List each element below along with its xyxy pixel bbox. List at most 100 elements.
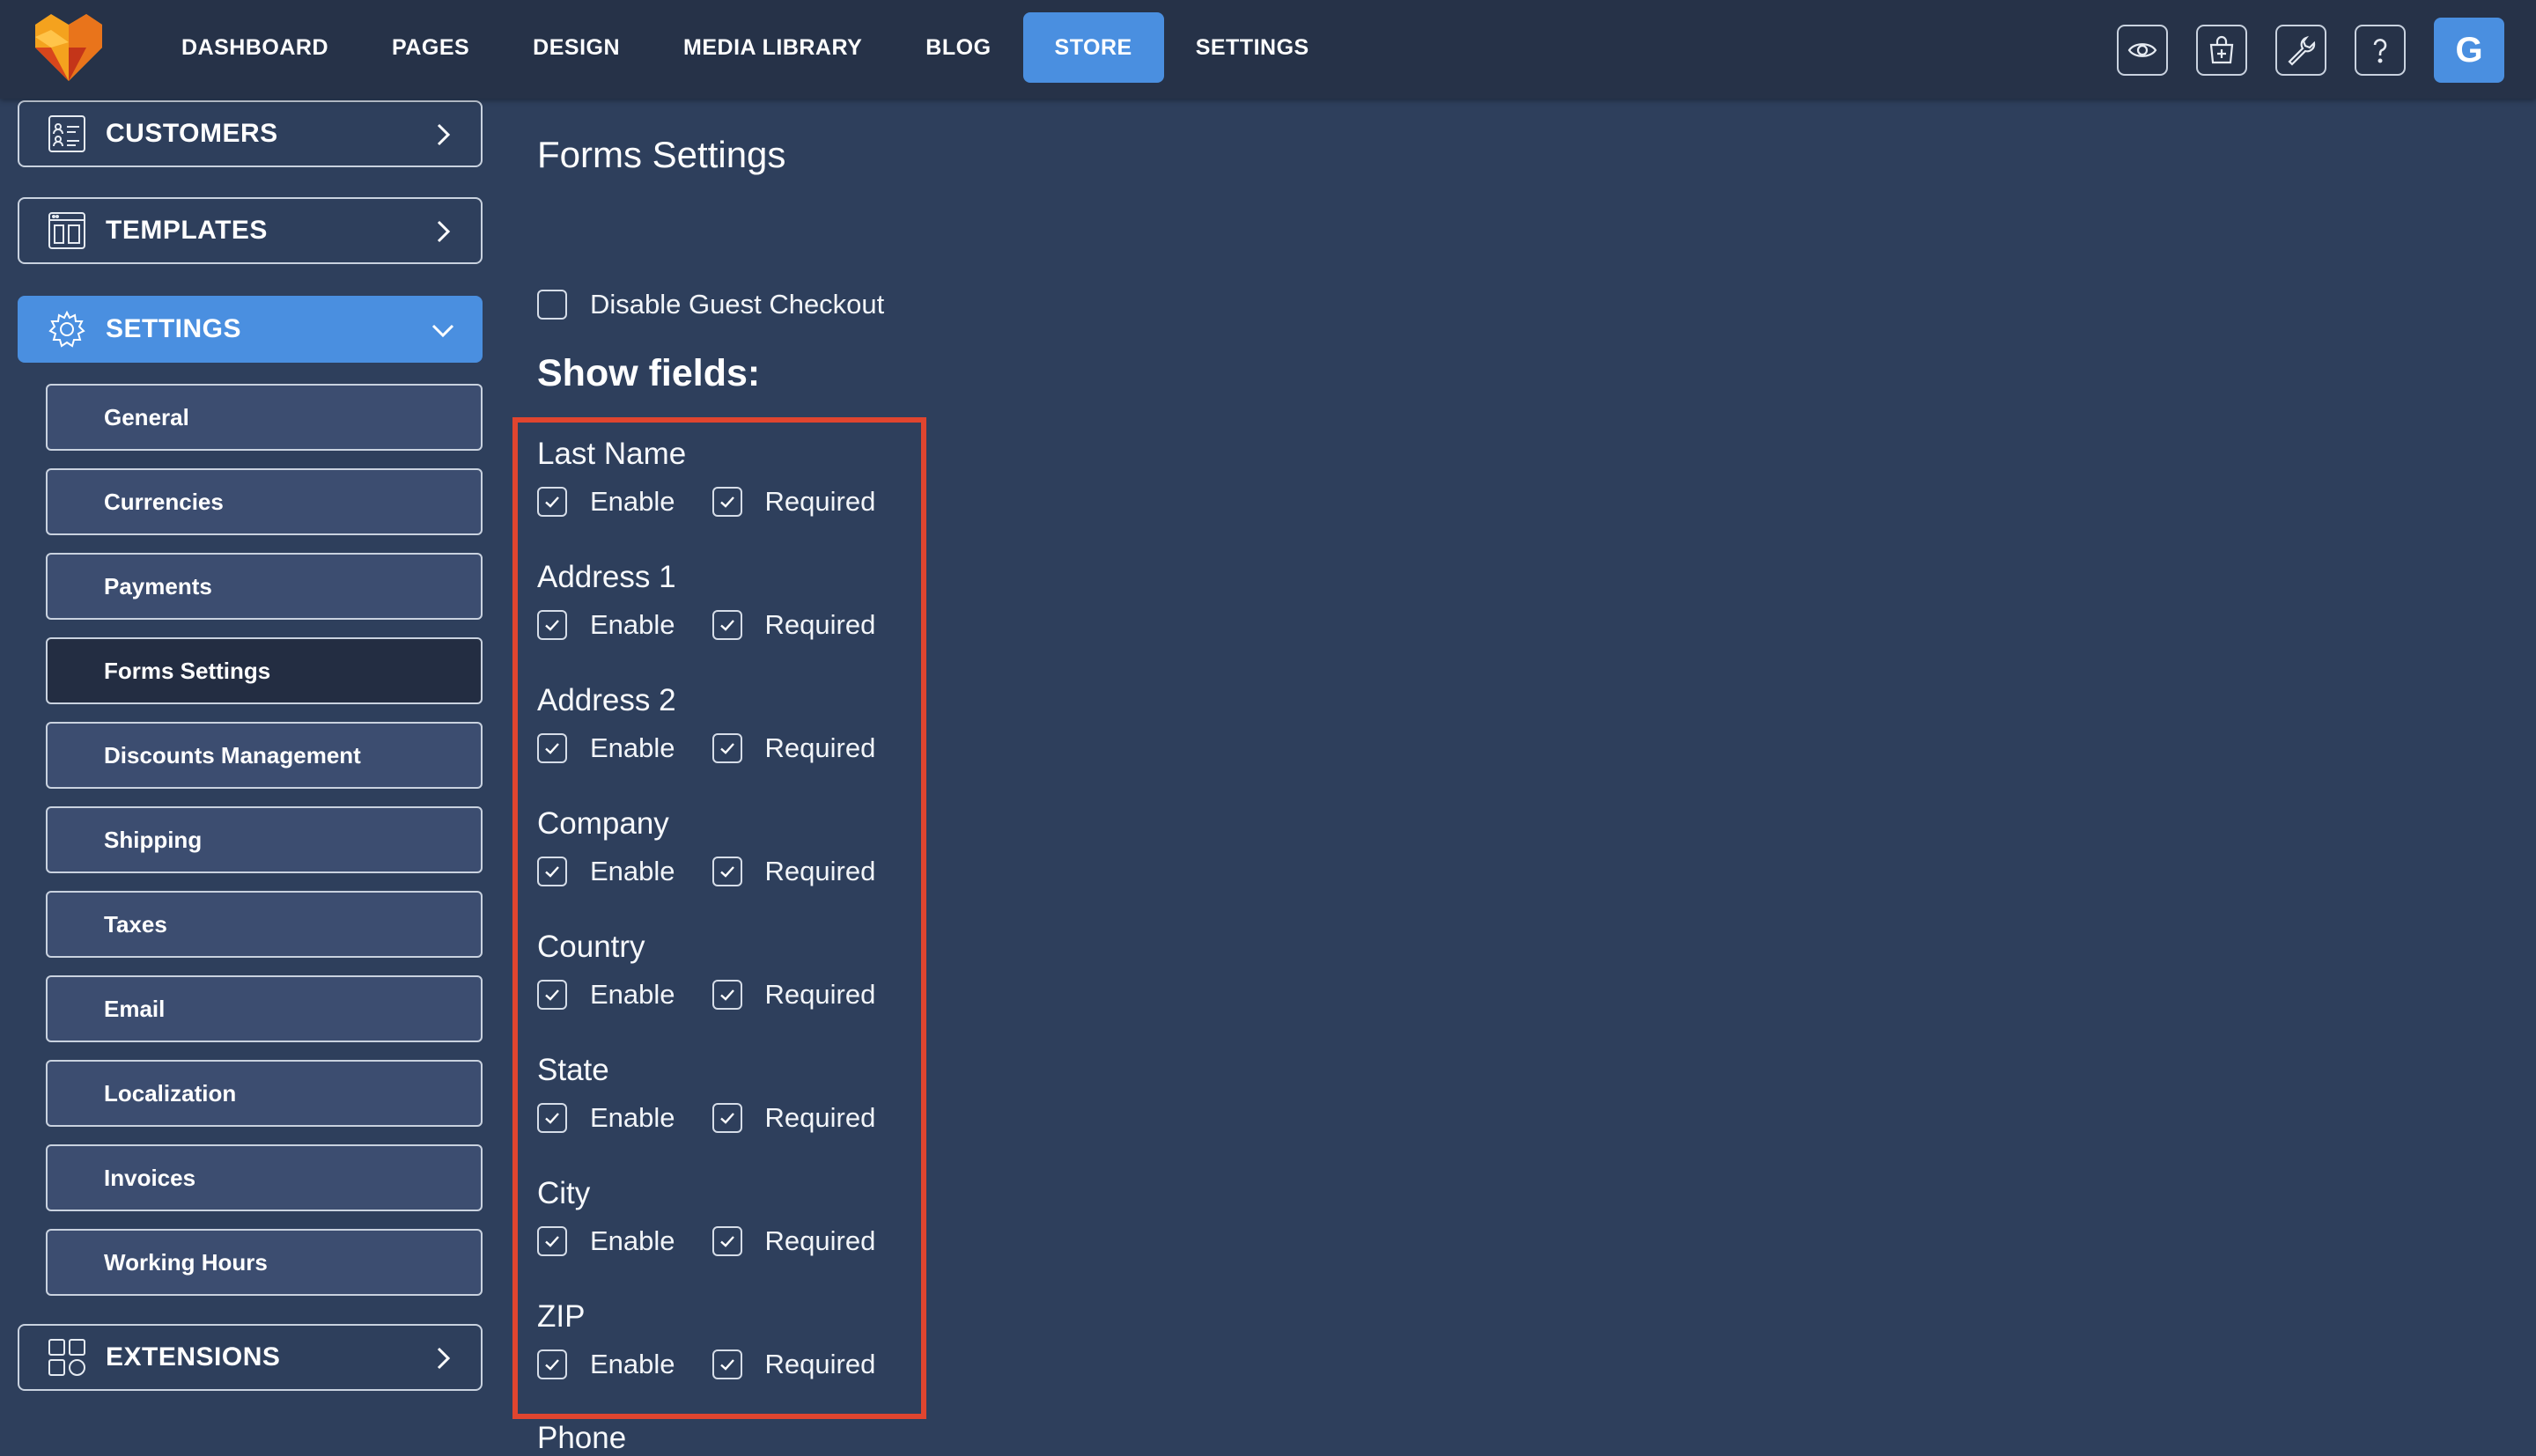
checkmark-icon <box>545 743 559 754</box>
field-options: Enable Required <box>537 732 907 764</box>
field-options: Enable Required <box>537 856 907 887</box>
sidebar-item-settings[interactable]: SETTINGS <box>18 296 483 363</box>
required-checkbox[interactable] <box>711 733 742 763</box>
enable-label: Enable <box>590 1102 675 1133</box>
customers-icon <box>48 115 85 152</box>
enable-checkbox[interactable] <box>537 1349 567 1379</box>
field-name-partial: Phone <box>537 1421 627 1455</box>
required-checkbox[interactable] <box>711 487 742 517</box>
field-group-address-1: Address 1 Enable Required <box>537 556 907 641</box>
help-icon <box>2373 39 2387 63</box>
enable-checkbox[interactable] <box>537 857 567 886</box>
enable-checkbox[interactable] <box>537 733 567 763</box>
field-name: ZIP <box>537 1299 586 1334</box>
field-options: Enable Required <box>537 1102 907 1134</box>
checkmark-icon <box>545 989 559 1001</box>
field-group-state: State Enable Required <box>537 1049 907 1134</box>
sidebar-subitem-payments[interactable]: Payments <box>46 553 483 620</box>
store-button[interactable] <box>2196 25 2247 76</box>
enable-checkbox[interactable] <box>537 610 567 640</box>
field-name: Address 1 <box>537 560 676 594</box>
page-title: Forms Settings <box>537 134 786 175</box>
enable-checkbox[interactable] <box>537 487 567 517</box>
main-nav: DASHBOARD PAGES DESIGN MEDIA LIBRARY BLOG STO… <box>150 12 1341 83</box>
sidebar: CUSTOMERS TEMPLATES SETTINGS General Curr… <box>0 99 493 1440</box>
field-group-zip: ZIP Enable Required <box>537 1296 907 1380</box>
field-group-last-name: Last Name Enable Required <box>537 433 907 518</box>
sidebar-subitem-working-hours[interactable]: Working Hours <box>46 1229 483 1296</box>
checkmark-icon <box>719 496 734 508</box>
required-checkbox[interactable] <box>711 980 742 1010</box>
nav-item-media-library[interactable]: MEDIA LIBRARY <box>652 12 894 83</box>
sidebar-subitem-forms-settings[interactable]: Forms Settings <box>46 637 483 704</box>
enable-checkbox[interactable] <box>537 1226 567 1256</box>
nav-item-store[interactable]: STORE <box>1022 12 1164 83</box>
nav-item-dashboard[interactable]: DASHBOARD <box>150 12 360 83</box>
enable-checkbox[interactable] <box>537 1103 567 1133</box>
sidebar-subitem-currencies[interactable]: Currencies <box>46 468 483 535</box>
sidebar-item-label: SETTINGS <box>106 314 242 343</box>
nav-item-design[interactable]: DESIGN <box>501 12 652 83</box>
checkmark-icon <box>719 1113 734 1124</box>
preview-button[interactable] <box>2117 25 2168 76</box>
required-label: Required <box>764 1349 876 1379</box>
sidebar-item-label: TEMPLATES <box>106 216 268 245</box>
guest-checkout-option[interactable]: Disable Guest Checkout <box>537 289 884 320</box>
field-options: Enable Required <box>537 609 907 641</box>
required-label: Required <box>764 486 876 517</box>
required-checkbox[interactable] <box>711 1103 742 1133</box>
gear-icon <box>48 310 85 348</box>
required-checkbox[interactable] <box>711 857 742 886</box>
sidebar-subitem-localization[interactable]: Localization <box>46 1060 483 1127</box>
enable-label: Enable <box>590 856 675 886</box>
sidebar-subitem-general[interactable]: General <box>46 384 483 451</box>
field-name: Last Name <box>537 437 687 471</box>
sidebar-subitem-invoices[interactable]: Invoices <box>46 1144 483 1211</box>
user-avatar[interactable]: G <box>2434 18 2504 83</box>
required-label: Required <box>764 609 876 640</box>
guest-checkout-checkbox[interactable] <box>537 290 567 320</box>
sidebar-subitem-discounts-management[interactable]: Discounts Management <box>46 722 483 789</box>
checkmark-icon <box>719 1359 734 1371</box>
enable-label: Enable <box>590 1225 675 1256</box>
nav-item-settings[interactable]: SETTINGS <box>1164 12 1341 83</box>
eye-icon <box>2127 43 2157 57</box>
field-options: Enable Required <box>537 1225 907 1257</box>
enable-checkbox[interactable] <box>537 980 567 1010</box>
sidebar-item-customers[interactable]: CUSTOMERS <box>18 100 483 167</box>
app-logo-icon[interactable] <box>32 12 106 83</box>
sidebar-item-templates[interactable]: TEMPLATES <box>18 197 483 264</box>
checkmark-icon <box>545 1359 559 1371</box>
checkmark-icon <box>545 866 559 878</box>
top-bar: DASHBOARD PAGES DESIGN MEDIA LIBRARY BLOG STO… <box>0 0 2536 99</box>
required-label: Required <box>764 1102 876 1133</box>
required-checkbox[interactable] <box>711 1349 742 1379</box>
nav-item-pages[interactable]: PAGES <box>360 12 501 83</box>
sidebar-subitem-email[interactable]: Email <box>46 975 483 1042</box>
sidebar-item-extensions[interactable]: EXTENSIONS <box>18 1324 483 1391</box>
sidebar-subitem-shipping[interactable]: Shipping <box>46 806 483 873</box>
field-options: Enable Required <box>537 979 907 1011</box>
extensions-icon <box>48 1339 85 1376</box>
nav-item-blog[interactable]: BLOG <box>894 12 1022 83</box>
sidebar-item-label: EXTENSIONS <box>106 1342 281 1371</box>
field-name: Company <box>537 806 669 841</box>
toolbar: G <box>2089 18 2504 83</box>
required-checkbox[interactable] <box>711 610 742 640</box>
required-checkbox[interactable] <box>711 1226 742 1256</box>
templates-icon <box>48 212 85 249</box>
chevron-right-icon <box>437 220 451 243</box>
required-label: Required <box>764 856 876 886</box>
field-name: Address 2 <box>537 683 676 717</box>
wrench-icon <box>2288 35 2316 66</box>
field-options: Enable Required <box>537 1349 907 1380</box>
enable-label: Enable <box>590 979 675 1010</box>
sidebar-subitem-taxes[interactable]: Taxes <box>46 891 483 958</box>
checkmark-icon <box>719 989 734 1001</box>
required-label: Required <box>764 979 876 1010</box>
checkmark-icon <box>719 866 734 878</box>
tools-button[interactable] <box>2275 25 2326 76</box>
checkmark-icon <box>719 743 734 754</box>
help-button[interactable] <box>2355 25 2406 76</box>
checkmark-icon <box>545 620 559 631</box>
